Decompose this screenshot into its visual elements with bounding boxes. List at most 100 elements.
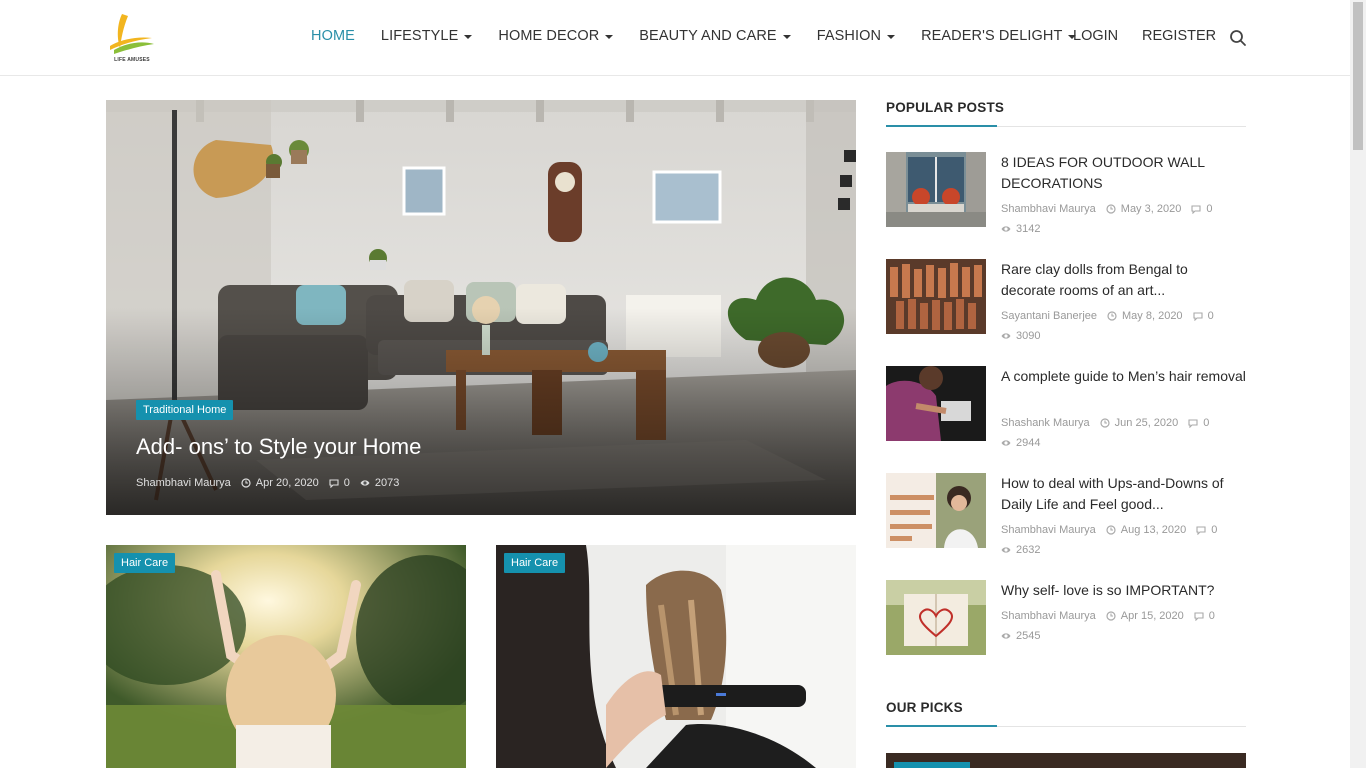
featured-views: 2073 [374, 477, 400, 489]
popular-post-meta-2: Sayantani Banerjee May 8, 2020 0 [1001, 310, 1214, 322]
comment-icon [1194, 612, 1204, 621]
featured-category-badge[interactable]: Traditional Home [136, 400, 234, 420]
popular-post-5: Why self- love is so IMPORTANT? Shambhav… [886, 580, 1246, 676]
popular-post-thumb-4[interactable] [886, 473, 986, 548]
popular-posts-heading: POPULAR POSTS [886, 100, 1005, 115]
card-category-badge-1[interactable]: Hair Care [114, 553, 176, 573]
eye-icon [360, 480, 370, 486]
our-picks-accent [886, 725, 997, 727]
post-date: May 3, 2020 [1120, 203, 1182, 215]
clock-icon [1106, 525, 1116, 535]
clock-icon [1106, 611, 1116, 621]
popular-post-meta-1: Shambhavi Maurya May 3, 2020 0 [1001, 203, 1212, 215]
post-date: Jun 25, 2020 [1114, 417, 1179, 429]
popular-post-meta-3: Shashank Maurya Jun 25, 2020 0 [1001, 417, 1209, 429]
post-author[interactable]: Sayantani Banerjee [1001, 310, 1097, 322]
popular-post-title-5[interactable]: Why self- love is so IMPORTANT? [1001, 580, 1246, 601]
post-author[interactable]: Shambhavi Maurya [1001, 610, 1096, 622]
our-picks-image[interactable] [886, 753, 1246, 768]
eye-icon [1001, 440, 1011, 446]
card-image-2 [496, 545, 856, 768]
caret-down-icon [464, 34, 473, 39]
popular-post-title-2[interactable]: Rare clay dolls from Bengal to decorate … [1001, 259, 1246, 301]
featured-comments: 0 [343, 477, 350, 489]
post-comments: 0 [1206, 203, 1213, 215]
nav-home-label: HOME [311, 28, 355, 44]
eye-icon [1001, 333, 1011, 339]
popular-post-thumb-1[interactable] [886, 152, 986, 227]
post-comments: 0 [1203, 417, 1210, 429]
nav-home[interactable]: HOME [311, 28, 355, 44]
post-author[interactable]: Shashank Maurya [1001, 417, 1090, 429]
nav-beauty-label: BEAUTY AND CARE [639, 28, 777, 44]
post-card-hair-care-2[interactable]: Hair Care [496, 545, 856, 768]
caret-down-icon [782, 34, 791, 39]
login-link[interactable]: LOGIN [1073, 28, 1118, 44]
picks-badge[interactable] [894, 762, 970, 768]
scroll-thumb[interactable] [1353, 2, 1363, 150]
popular-post-views-4: 2632 [1001, 544, 1040, 556]
nav-fashion[interactable]: FASHION [817, 28, 896, 44]
popular-post-4: How to deal with Ups-and-Downs of Daily … [886, 473, 1246, 569]
comment-icon [1188, 419, 1198, 428]
popular-post-views-5: 2545 [1001, 630, 1040, 642]
site-header: LIFE AMUSES HOME LIFESTYLE HOME DECOR BE… [0, 0, 1350, 76]
eye-icon [1001, 633, 1011, 639]
post-date: May 8, 2020 [1122, 310, 1183, 322]
thumb-image-3 [886, 366, 986, 441]
post-views: 2632 [1016, 544, 1041, 556]
nav-lifestyle[interactable]: LIFESTYLE [380, 28, 473, 44]
popular-post-meta-5: Shambhavi Maurya Apr 15, 2020 0 [1001, 610, 1215, 622]
post-views: 3142 [1016, 223, 1041, 235]
popular-post-3: A complete guide to Men’s hair removal S… [886, 366, 1246, 462]
popular-post-meta-4: Shambhavi Maurya Aug 13, 2020 0 [1001, 524, 1217, 536]
post-date: Aug 13, 2020 [1120, 524, 1187, 536]
comment-icon [1193, 312, 1203, 321]
popular-post-thumb-3[interactable] [886, 366, 986, 441]
popular-post-views-1: 3142 [1001, 223, 1040, 235]
featured-title[interactable]: Add- ons’ to Style your Home [136, 434, 421, 460]
search-icon[interactable] [1229, 29, 1247, 47]
caret-down-icon [605, 34, 614, 39]
featured-post[interactable]: Traditional Home Add- ons’ to Style your… [106, 100, 856, 515]
post-comments: 0 [1208, 610, 1215, 622]
featured-author[interactable]: Shambhavi Maurya [136, 477, 231, 489]
popular-post-title-3[interactable]: A complete guide to Men’s hair removal [1001, 366, 1246, 387]
page-scrollbar[interactable] [1350, 0, 1366, 768]
nav-readers-delight[interactable]: READER'S DELIGHT [921, 28, 1077, 44]
featured-date: Apr 20, 2020 [255, 477, 319, 489]
main-nav: HOME LIFESTYLE HOME DECOR BEAUTY AND CAR… [311, 28, 1102, 44]
register-link[interactable]: REGISTER [1142, 28, 1216, 44]
popular-post-2: Rare clay dolls from Bengal to decorate … [886, 259, 1246, 355]
popular-post-1: 8 IDEAS FOR OUTDOOR WALL DECORATIONS Sha… [886, 152, 1246, 248]
popular-post-views-2: 3090 [1001, 330, 1040, 342]
clock-icon [1107, 311, 1117, 321]
post-author[interactable]: Shambhavi Maurya [1001, 524, 1096, 536]
thumb-image-1 [886, 152, 986, 227]
card-image-1 [106, 545, 466, 768]
popular-post-title-4[interactable]: How to deal with Ups-and-Downs of Daily … [1001, 473, 1246, 515]
comment-icon [1191, 205, 1201, 214]
thumb-image-4 [886, 473, 986, 548]
nav-readers-label: READER'S DELIGHT [921, 28, 1063, 44]
popular-post-views-3: 2944 [1001, 437, 1040, 449]
nav-home-decor-label: HOME DECOR [498, 28, 600, 44]
post-card-hair-care-1[interactable]: Hair Care [106, 545, 466, 768]
post-views: 2944 [1016, 437, 1041, 449]
comment-icon [1196, 526, 1206, 535]
post-author[interactable]: Shambhavi Maurya [1001, 203, 1096, 215]
our-picks-heading: OUR PICKS [886, 700, 963, 715]
logo-mark [110, 14, 154, 54]
comment-icon [329, 479, 339, 488]
thumb-image-5 [886, 580, 986, 655]
card-category-badge-2[interactable]: Hair Care [504, 553, 566, 573]
clock-icon [241, 478, 251, 488]
nav-beauty-and-care[interactable]: BEAUTY AND CARE [639, 28, 791, 44]
nav-lifestyle-label: LIFESTYLE [380, 28, 459, 44]
post-views: 2545 [1016, 630, 1041, 642]
popular-post-thumb-2[interactable] [886, 259, 986, 334]
popular-post-title-1[interactable]: 8 IDEAS FOR OUTDOOR WALL DECORATIONS [1001, 152, 1246, 194]
nav-home-decor[interactable]: HOME DECOR [498, 28, 614, 44]
site-logo[interactable]: LIFE AMUSES [106, 10, 158, 66]
popular-post-thumb-5[interactable] [886, 580, 986, 655]
